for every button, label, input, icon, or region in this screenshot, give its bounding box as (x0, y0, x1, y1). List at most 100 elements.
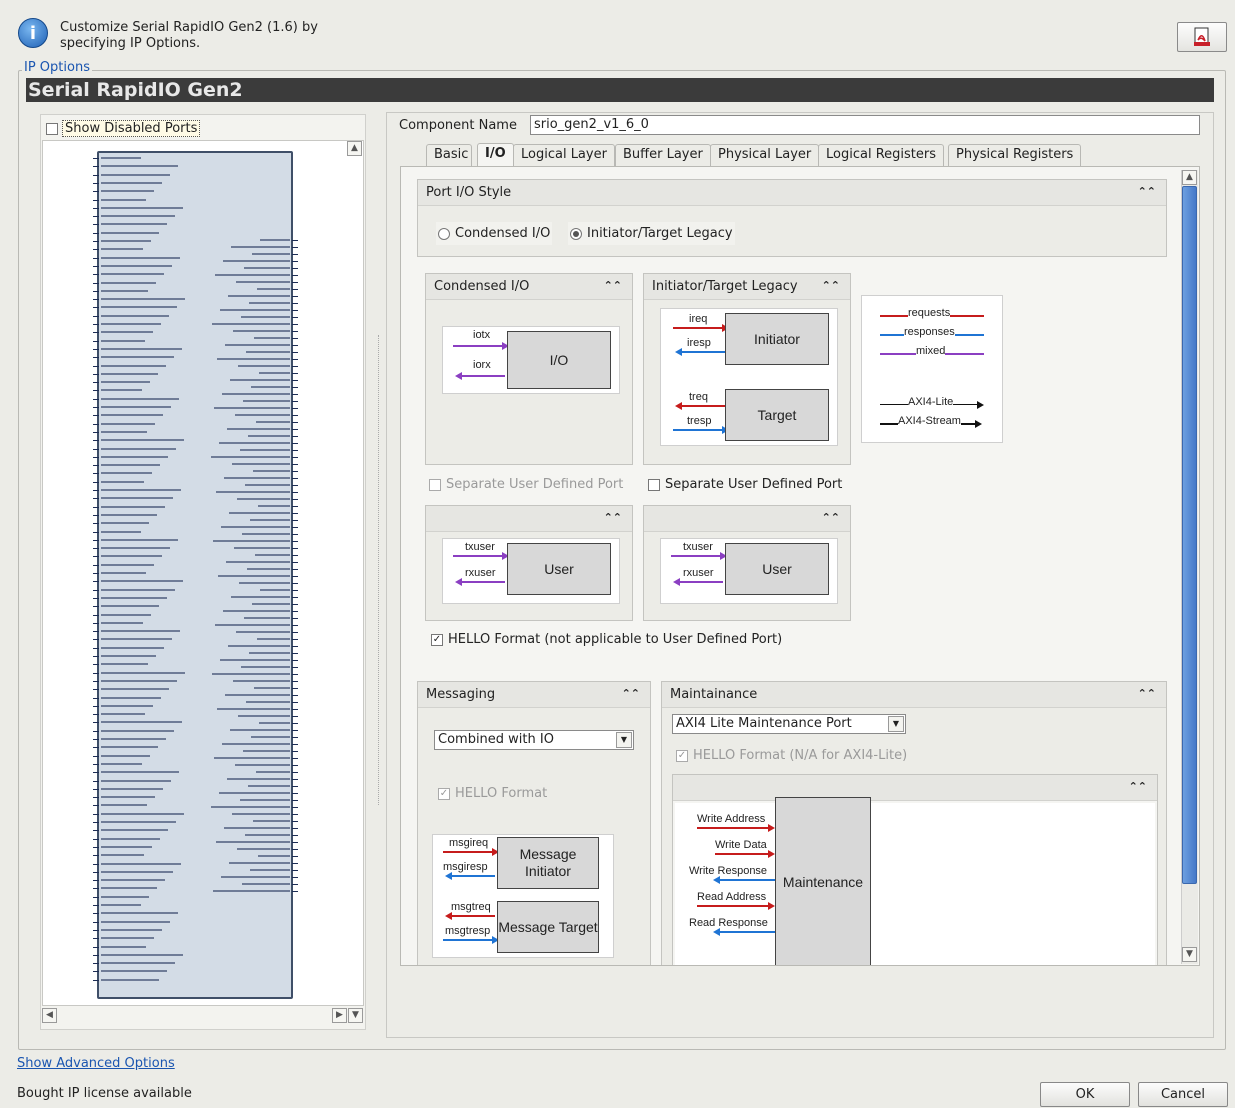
maintenance-hello-checkbox[interactable]: ✓ HELLO Format (N/A for AXI4-Lite) (676, 748, 907, 763)
tab-logical-registers[interactable]: Logical Registers (818, 144, 944, 166)
chevron-down-icon[interactable]: ▼ (888, 716, 904, 732)
scroll-down-button[interactable]: ▼ (348, 1008, 363, 1023)
symbol-pin-stub (93, 224, 99, 226)
symbol-pin-label-bar (101, 231, 159, 234)
checkbox-box[interactable] (648, 478, 660, 491)
section-header[interactable]: ⌃⌃ (644, 506, 850, 532)
initiator-target-legacy-panel: Initiator/Target Legacy ⌃⌃ ireq iresp Ini… (643, 273, 851, 465)
tab-logical-layer[interactable]: Logical Layer (513, 144, 615, 166)
symbol-pin-label-bar (251, 736, 290, 738)
symbol-pin-stub (292, 639, 298, 640)
section-header[interactable]: Maintainance ⌃⌃ (662, 682, 1166, 708)
section-header[interactable]: Initiator/Target Legacy ⌃⌃ (644, 274, 850, 300)
maintenance-select[interactable]: AXI4 Lite Maintenance Port ▼ (672, 714, 906, 734)
symbol-pin-label-bar (217, 708, 290, 710)
tab-physical-layer[interactable]: Physical Layer (710, 144, 820, 166)
messaging-select-value: Combined with IO (438, 732, 554, 747)
tab-basic[interactable]: Basic (426, 144, 472, 166)
symbol-pin-label-bar (101, 447, 176, 450)
symbol-pin-label-bar (227, 428, 290, 430)
section-header[interactable]: ⌃⌃ (673, 775, 1157, 801)
component-name-label: Component Name (399, 118, 517, 133)
show-advanced-options-link[interactable]: Show Advanced Options (17, 1056, 175, 1071)
collapse-icon[interactable]: ⌃⌃ (622, 688, 640, 700)
tab-physical-registers[interactable]: Physical Registers (948, 144, 1082, 166)
checkbox-box[interactable]: ✓ (438, 787, 450, 800)
documentation-button[interactable] (1177, 22, 1227, 52)
collapse-icon[interactable]: ⌃⌃ (822, 512, 840, 524)
read-response-arrow (713, 928, 775, 936)
symbol-pin-stub (93, 888, 99, 890)
symbol-pin-label-bar (101, 804, 147, 807)
symbol-pin-stub (292, 401, 298, 402)
collapse-icon[interactable]: ⌃⌃ (1138, 186, 1156, 198)
symbol-pin-stub (93, 348, 99, 350)
radio-button[interactable] (438, 227, 450, 240)
symbol-pin-stub (292, 604, 298, 605)
symbol-pin-stub (292, 618, 298, 619)
iotx-label: iotx (473, 329, 491, 341)
section-header[interactable]: Messaging ⌃⌃ (418, 682, 650, 708)
collapse-icon[interactable]: ⌃⌃ (1129, 781, 1147, 793)
symbol-pin-stub (292, 653, 298, 654)
messaging-select[interactable]: Combined with IO ▼ (434, 730, 634, 750)
symbol-pin-label-bar (243, 750, 290, 752)
component-name-input[interactable]: srio_gen2_v1_6_0 (530, 115, 1200, 135)
checkbox-box[interactable] (46, 122, 58, 135)
license-status: Bought IP license available (17, 1086, 192, 1101)
scroll-up-button[interactable]: ▲ (1182, 170, 1197, 185)
collapse-icon[interactable]: ⌃⌃ (822, 280, 840, 292)
symbol-pin-label-bar (101, 663, 148, 666)
symbol-pin-stub (93, 680, 99, 682)
scroll-right-button[interactable]: ▶ (332, 1008, 347, 1023)
symbol-pin-label-bar (101, 771, 179, 774)
radio-button[interactable] (570, 227, 582, 240)
scroll-left-button[interactable]: ◀ (42, 1008, 57, 1023)
symbol-pin-stub (93, 456, 99, 458)
tab-io[interactable]: I/O (477, 143, 514, 167)
symbol-pin-label-bar (101, 372, 158, 375)
checkbox-box[interactable]: ✓ (431, 633, 443, 646)
symbol-pin-stub (93, 929, 99, 931)
section-header[interactable]: Port I/O Style ⌃⌃ (418, 180, 1166, 206)
collapse-icon[interactable]: ⌃⌃ (1138, 688, 1156, 700)
show-disabled-ports-checkbox[interactable]: Show Disabled Ports (46, 120, 201, 137)
symbol-pin-stub (93, 307, 99, 309)
hello-format-checkbox[interactable]: ✓ HELLO Format (not applicable to User De… (431, 632, 782, 647)
txuser-label: txuser (465, 541, 495, 553)
radio-initiator-target-legacy[interactable]: Initiator/Target Legacy (568, 222, 735, 245)
panel-splitter[interactable] (378, 335, 384, 805)
symbol-pin-label-bar (252, 603, 290, 605)
symbol-pin-label-bar (257, 638, 290, 640)
checkbox-box[interactable]: ✓ (676, 749, 688, 762)
separate-user-port-legacy-checkbox[interactable]: Separate User Defined Port (648, 477, 842, 492)
symbol-pin-stub (292, 779, 298, 780)
symbol-pin-stub (292, 814, 298, 815)
scroll-down-button[interactable]: ▼ (1182, 947, 1197, 962)
symbol-pin-stub (93, 963, 99, 965)
messaging-hello-checkbox[interactable]: ✓ HELLO Format (438, 786, 547, 801)
horizontal-scrollbar[interactable]: ◀ ▶ ▼ (42, 1008, 364, 1026)
section-header[interactable]: Condensed I/O ⌃⌃ (426, 274, 632, 300)
scroll-up-button[interactable]: ▲ (347, 141, 362, 156)
symbol-pin-stub (93, 523, 99, 525)
chevron-down-icon[interactable]: ▼ (616, 732, 632, 748)
section-header[interactable]: ⌃⌃ (426, 506, 632, 532)
scroll-thumb[interactable] (1182, 186, 1197, 884)
ok-button[interactable]: OK (1040, 1082, 1130, 1107)
separate-user-port-condensed-checkbox[interactable]: Separate User Defined Port (429, 477, 623, 492)
radio-condensed-io[interactable]: Condensed I/O (436, 222, 553, 245)
checkbox-box[interactable] (429, 478, 441, 491)
iotx-arrow (453, 342, 509, 350)
symbol-pin-label-bar (101, 953, 183, 956)
collapse-icon[interactable]: ⌃⌃ (604, 512, 622, 524)
tab-buffer-layer[interactable]: Buffer Layer (615, 144, 711, 166)
collapse-icon[interactable]: ⌃⌃ (604, 280, 622, 292)
symbol-pin-label-bar (221, 876, 290, 878)
user-port-diagram: txuser rxuser User (442, 538, 620, 604)
symbol-pin-label-bar (101, 306, 177, 309)
symbol-pin-stub (292, 877, 298, 878)
cancel-button[interactable]: Cancel (1138, 1082, 1228, 1107)
symbol-pin-stub (93, 407, 99, 408)
symbol-pin-label-bar (254, 687, 290, 689)
